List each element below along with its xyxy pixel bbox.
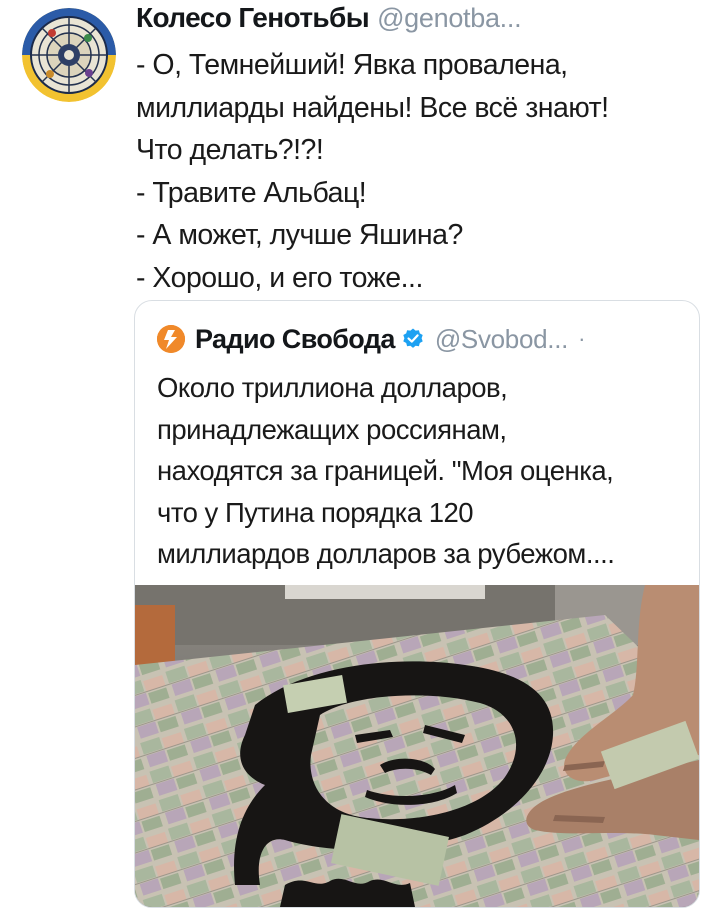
verified-badge-icon [403,328,423,348]
tweet-text-line: - Травите Альбац! [136,176,367,209]
author-avatar[interactable] [22,8,116,102]
quoted-tweet[interactable]: Радио Свобода @Svobod... · Около триллио… [134,300,700,908]
tweet-text-line: Что делать?!?! [136,134,324,166]
quoted-text-line: находятся за границей. "Моя оценка, [157,455,614,486]
tweet-text-line: - О, Темнейший! Явка провалена, [136,49,568,81]
author-row: Колесо Генотьбы @genotba... [136,2,522,36]
quoted-text-line: принадлежащих россиянам, [157,413,507,445]
quoted-author-name[interactable]: Радио Свобода [195,324,395,355]
quoted-text-line: миллиардов долларов за рубежом.... [157,538,615,569]
separator-dot: · [578,326,586,351]
quoted-author-handle[interactable]: @Svobod... [435,324,569,355]
tweet-text-line: миллиарды найдены! Все всё знают! [136,91,609,124]
radio-svoboda-avatar-icon[interactable] [157,325,185,353]
quoted-text-line: что у Путина порядка 120 [157,496,474,528]
quoted-tweet-text: Около триллиона долларов, принадлежащих … [157,367,687,575]
tweet-text-line: - Хорошо, и его тоже... [136,261,423,294]
quoted-tweet-photo[interactable] [135,585,699,907]
quoted-tweet-header: Радио Свобода @Svobod... · [157,321,585,357]
author-name[interactable]: Колесо Генотьбы [136,2,370,34]
tweet-text-line: - А может, лучше Яшина? [136,219,463,251]
quoted-text-line: Около триллиона долларов, [157,372,508,403]
tweet-text: - О, Темнейший! Явка провалена, миллиард… [136,44,706,299]
author-handle[interactable]: @genotba... [377,3,522,34]
tweet: Колесо Генотьбы @genotba... - О, Темнейш… [0,0,720,919]
